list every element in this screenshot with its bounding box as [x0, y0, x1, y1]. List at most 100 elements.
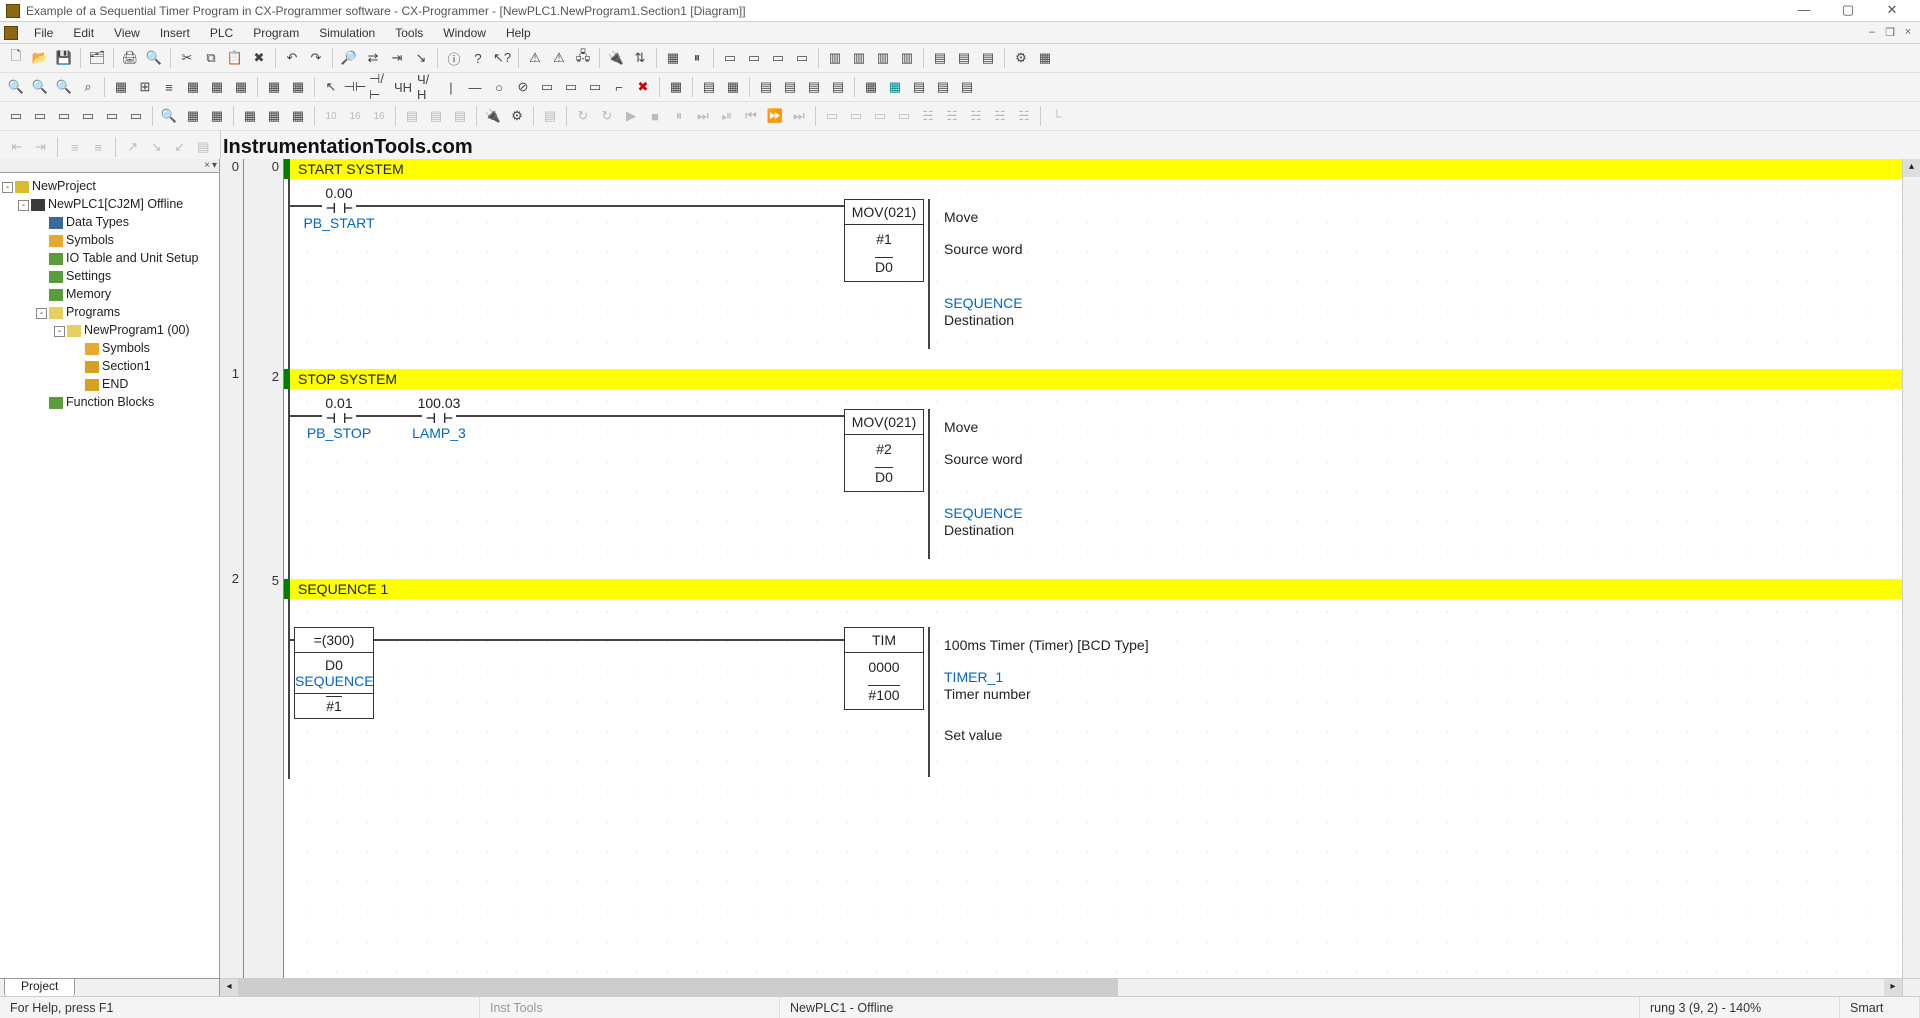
pause-icon[interactable]: ⏸: [686, 47, 708, 69]
r3-s[interactable]: ▭: [821, 105, 843, 127]
t-icon-b[interactable]: ▤: [698, 76, 720, 98]
contact-nc-icon[interactable]: ⊣/⊢: [368, 76, 390, 98]
k4-icon[interactable]: ▤: [193, 136, 213, 158]
stop-icon[interactable]: ■: [644, 105, 666, 127]
c2-icon[interactable]: ▦: [1034, 47, 1056, 69]
t-icon-d[interactable]: ▤: [755, 76, 777, 98]
copy-icon[interactable]: ⧉: [200, 47, 222, 69]
r3-b[interactable]: ▭: [29, 105, 51, 127]
r3-a[interactable]: ▭: [5, 105, 27, 127]
contact[interactable]: 0.01⊣ ⊢PB_STOP: [294, 395, 384, 441]
ff-icon[interactable]: ⏩: [764, 105, 786, 127]
zoom-in-icon[interactable]: 🔍: [29, 76, 51, 98]
net-icon[interactable]: 🖧: [572, 47, 594, 69]
r3-y[interactable]: ☵: [965, 105, 987, 127]
end-icon[interactable]: ⏭: [788, 105, 810, 127]
sim1-icon[interactable]: 🔌: [482, 105, 504, 127]
view2-icon[interactable]: ⊞: [134, 76, 156, 98]
view7-icon[interactable]: ▦: [263, 76, 285, 98]
save-icon[interactable]: 💾: [53, 47, 75, 69]
d4-icon[interactable]: ▭: [791, 47, 813, 69]
r3-10[interactable]: 10: [320, 105, 342, 127]
t-icon-f[interactable]: ▤: [803, 76, 825, 98]
zoom-out-icon[interactable]: 🔍: [5, 76, 27, 98]
indent-right-icon[interactable]: ⇥: [31, 136, 51, 158]
project-tree[interactable]: -NewProject -NewPLC1[CJ2M] Offline Data …: [0, 173, 219, 978]
coil-not-icon[interactable]: ⊘: [512, 76, 534, 98]
rung-header[interactable]: SEQUENCE 1: [284, 579, 1902, 599]
view3-icon[interactable]: ≡: [158, 76, 180, 98]
t-icon-l[interactable]: ▤: [956, 76, 978, 98]
r3-16[interactable]: 16: [344, 105, 366, 127]
d2-icon[interactable]: ▭: [743, 47, 765, 69]
menu-plc[interactable]: PLC: [200, 24, 243, 42]
t-icon-h[interactable]: ▦: [860, 76, 882, 98]
func-icon[interactable]: ▭: [536, 76, 558, 98]
info-icon[interactable]: ⓘ: [443, 47, 465, 69]
instruction-box[interactable]: MOV(021)#1D0: [844, 199, 924, 282]
r3-n[interactable]: ▤: [425, 105, 447, 127]
indent-left-icon[interactable]: ⇤: [7, 136, 27, 158]
r3-aa[interactable]: ☵: [1013, 105, 1035, 127]
r3-k[interactable]: ▦: [263, 105, 285, 127]
r3-g[interactable]: 🔍: [158, 105, 180, 127]
undo-icon[interactable]: ↶: [281, 47, 303, 69]
preview-icon[interactable]: 🔍: [143, 47, 165, 69]
instruction-box[interactable]: MOV(021)#2D0: [844, 409, 924, 492]
tree-io[interactable]: IO Table and Unit Setup: [66, 251, 199, 265]
r3-u[interactable]: ▭: [869, 105, 891, 127]
mdi-restore[interactable]: ❐: [1882, 26, 1898, 39]
r3-w[interactable]: ☵: [917, 105, 939, 127]
m1-icon[interactable]: ▥: [824, 47, 846, 69]
tree-settings[interactable]: Settings: [66, 269, 111, 283]
tree-newprogram[interactable]: NewProgram1 (00): [84, 323, 190, 337]
t-icon-j[interactable]: ▤: [908, 76, 930, 98]
d3-icon[interactable]: ▭: [767, 47, 789, 69]
align2-icon[interactable]: ≡: [88, 136, 108, 158]
ladder-canvas[interactable]: START SYSTEM 0.00⊣ ⊢PB_START MOV(021)#1D0 M…: [284, 159, 1902, 978]
tree-close-icon[interactable]: ▾: [212, 160, 217, 171]
next-icon[interactable]: ↘: [410, 47, 432, 69]
k1-icon[interactable]: ↗: [123, 136, 143, 158]
del-icon[interactable]: ✖: [632, 76, 654, 98]
rung-body[interactable]: 0.00⊣ ⊢PB_STARTMOV(021)#1D0MoveSource wo…: [284, 179, 1902, 369]
t-icon-a[interactable]: ▦: [665, 76, 687, 98]
r3-m[interactable]: ▤: [401, 105, 423, 127]
whatsthat-icon[interactable]: ↖?: [491, 47, 513, 69]
r3-p[interactable]: ▤: [539, 105, 561, 127]
r3-i[interactable]: ▦: [206, 105, 228, 127]
horizontal-scrollbar[interactable]: ◂▸: [220, 978, 1902, 996]
contact[interactable]: 0.00⊣ ⊢PB_START: [294, 185, 384, 231]
contact[interactable]: 100.03⊣ ⊢LAMP_3: [394, 395, 484, 441]
align1-icon[interactable]: ≡: [65, 136, 85, 158]
tree-root[interactable]: NewProject: [32, 179, 96, 193]
r3-c[interactable]: ▭: [53, 105, 75, 127]
open-icon[interactable]: 📂: [29, 47, 51, 69]
branch-icon[interactable]: ⌐: [608, 76, 630, 98]
c1-icon[interactable]: ⚙: [1010, 47, 1032, 69]
w1-icon[interactable]: ▤: [929, 47, 951, 69]
vline-icon[interactable]: |: [440, 76, 462, 98]
compare-box[interactable]: =(300)D0SEQUENCE#1: [294, 627, 374, 719]
view8-icon[interactable]: ▦: [287, 76, 309, 98]
w3-icon[interactable]: ▤: [977, 47, 999, 69]
r3-v[interactable]: ▭: [893, 105, 915, 127]
r3-r[interactable]: ↻: [596, 105, 618, 127]
rung-header[interactable]: STOP SYSTEM: [284, 369, 1902, 389]
menu-view[interactable]: View: [104, 24, 150, 42]
minimize-button[interactable]: —: [1782, 1, 1826, 21]
transfer-icon[interactable]: ⇅: [629, 47, 651, 69]
goto-icon[interactable]: ⇥: [386, 47, 408, 69]
rung-header[interactable]: START SYSTEM: [284, 159, 1902, 179]
warn2-icon[interactable]: ⚠: [548, 47, 570, 69]
tool-icon[interactable]: 🗂: [86, 47, 108, 69]
play-icon[interactable]: ▶: [620, 105, 642, 127]
r3-z[interactable]: ☵: [989, 105, 1011, 127]
tree-section1[interactable]: Section1: [102, 359, 151, 373]
menu-help[interactable]: Help: [496, 24, 541, 42]
project-tab[interactable]: Project: [4, 978, 75, 996]
paste-icon[interactable]: 📋: [224, 47, 246, 69]
t-icon-g[interactable]: ▤: [827, 76, 849, 98]
r3-j[interactable]: ▦: [239, 105, 261, 127]
r3-f[interactable]: ▭: [125, 105, 147, 127]
